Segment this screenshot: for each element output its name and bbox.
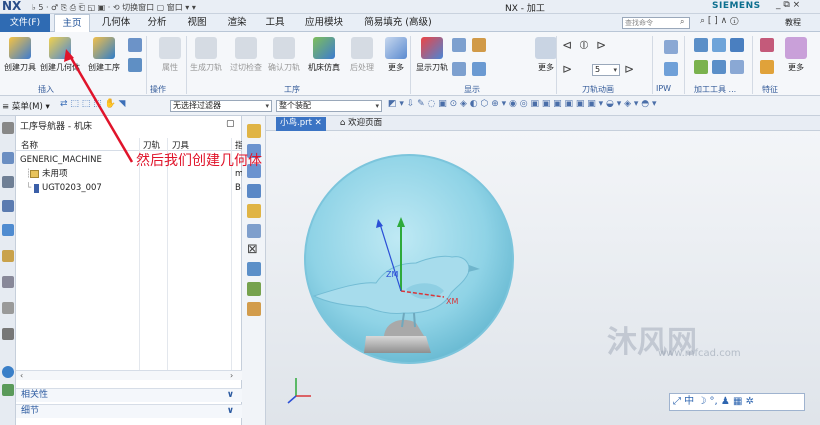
annotation-text: 然后我们创建几何体: [136, 153, 262, 169]
annotation-arrow: [64, 49, 134, 163]
arrow-shaft: [68, 55, 134, 163]
